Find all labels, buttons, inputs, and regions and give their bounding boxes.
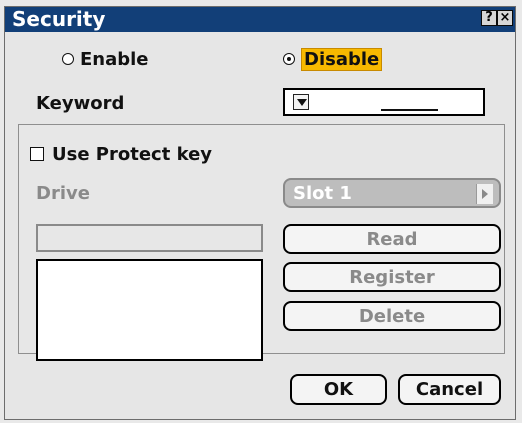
titlebar: Security ? × <box>5 7 515 32</box>
register-button[interactable]: Register <box>283 262 501 292</box>
ok-button[interactable]: OK <box>290 374 387 405</box>
enable-radio[interactable]: Enable <box>62 47 149 71</box>
read-button[interactable]: Read <box>283 224 501 254</box>
dropdown-icon <box>293 94 309 110</box>
drive-select[interactable]: Slot 1 <box>283 178 501 208</box>
security-dialog: Security ? × Enable Disable Keyword Use … <box>4 6 516 420</box>
close-button[interactable]: × <box>497 10 513 26</box>
close-icon: × <box>499 10 511 25</box>
disable-label: Disable <box>301 47 383 71</box>
delete-button[interactable]: Delete <box>283 301 501 331</box>
read-result-field <box>36 224 263 252</box>
use-protect-key-label: Use Protect key <box>52 143 213 165</box>
cancel-button[interactable]: Cancel <box>398 374 501 405</box>
window-title: Security <box>12 7 106 31</box>
drive-select-value: Slot 1 <box>293 183 352 204</box>
chevron-right-icon <box>476 184 493 204</box>
keyword-label: Keyword <box>36 93 125 114</box>
help-icon: ? <box>485 10 493 25</box>
help-button[interactable]: ? <box>481 10 497 26</box>
checkbox-unchecked-icon <box>30 147 44 161</box>
enable-label: Enable <box>80 48 149 70</box>
drive-label: Drive <box>36 183 90 204</box>
radio-unselected-icon <box>62 53 74 65</box>
use-protect-key-checkbox[interactable]: Use Protect key <box>30 142 212 166</box>
keyword-cursor-underline <box>381 109 438 111</box>
keyword-input[interactable] <box>283 88 485 116</box>
protect-key-list[interactable] <box>36 259 263 361</box>
disable-radio[interactable]: Disable <box>283 47 383 71</box>
radio-selected-icon <box>283 53 295 65</box>
